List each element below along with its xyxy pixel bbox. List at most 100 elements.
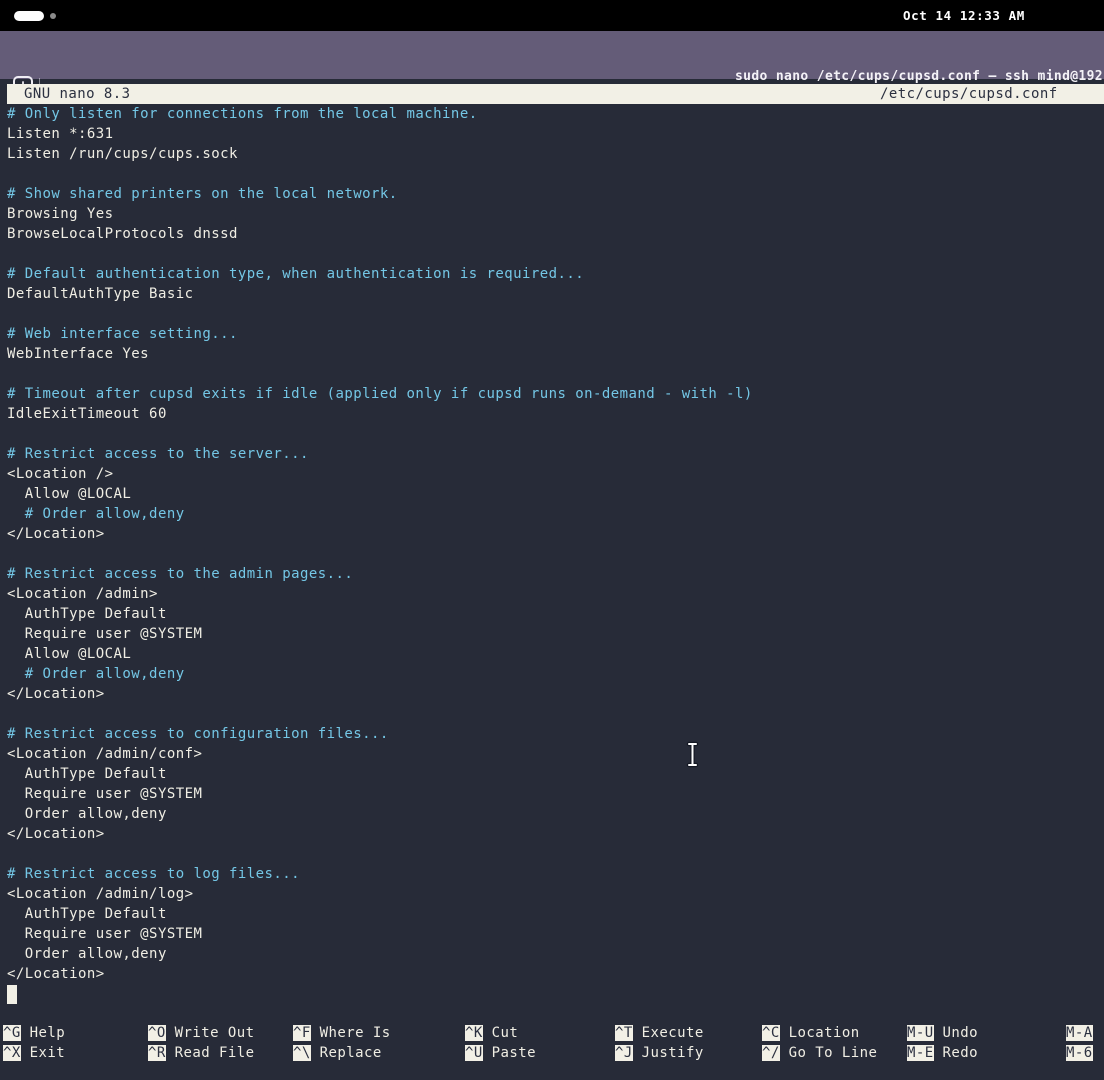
shortcut-key: ^/ — [762, 1045, 780, 1061]
shortcut-item: ^F Where Is — [293, 1023, 391, 1043]
shortcut-item: M-E Redo — [907, 1043, 978, 1063]
editor-line: # Restrict access to the server... — [7, 444, 1104, 464]
menu-bar: Oct 14 12:33 AM — [0, 0, 1104, 31]
shortcut-key: ^X — [3, 1045, 21, 1061]
shortcut-item: ^\ Replace — [293, 1043, 391, 1063]
shortcut-column: ^T Execute^J Justify — [615, 1023, 704, 1063]
editor-line — [7, 704, 1104, 724]
shortcut-column: ^C Location^/ Go To Line — [762, 1023, 877, 1063]
editor-line: # Restrict access to log files... — [7, 864, 1104, 884]
editor-line: Allow @LOCAL — [7, 484, 1104, 504]
shortcut-key: ^K — [465, 1025, 483, 1041]
editor-line: Order allow,deny — [7, 804, 1104, 824]
editor-line: # Restrict access to configuration files… — [7, 724, 1104, 744]
shortcut-key: ^R — [148, 1045, 166, 1061]
shortcut-label: Redo — [934, 1045, 978, 1061]
editor-line: DefaultAuthType Basic — [7, 284, 1104, 304]
shortcut-key: M-A — [1066, 1025, 1093, 1041]
terminal-tab-bar: + sudo nano /etc/cups/cupsd.conf — ssh m… — [0, 31, 1104, 79]
nano-title-bar: GNU nano 8.3 /etc/cups/cupsd.conf — [7, 84, 1104, 104]
shortcut-label: Execute — [633, 1025, 704, 1041]
shortcut-item: ^/ Go To Line — [762, 1043, 877, 1063]
editor-line — [7, 424, 1104, 444]
shortcut-column: M-A M-6 — [1066, 1023, 1093, 1063]
editor-line: <Location /admin> — [7, 584, 1104, 604]
workspace-dot-icon — [50, 13, 56, 19]
shortcut-item: ^J Justify — [615, 1043, 704, 1063]
editor-line — [7, 304, 1104, 324]
shortcut-item: ^X Exit — [3, 1043, 65, 1063]
editor-line: AuthType Default — [7, 604, 1104, 624]
nano-shortcut-bar: ^G Help^X Exit^O Write Out^R Read File^F… — [0, 1023, 1104, 1063]
shortcut-label: Read File — [166, 1045, 255, 1061]
shortcut-key: ^C — [762, 1025, 780, 1041]
editor-line: Browsing Yes — [7, 204, 1104, 224]
shortcut-key: ^F — [293, 1025, 311, 1041]
shortcut-label: Help — [21, 1025, 65, 1041]
editor-line: <Location /> — [7, 464, 1104, 484]
shortcut-item: ^G Help — [3, 1023, 65, 1043]
nano-filename: /etc/cups/cupsd.conf — [880, 84, 1058, 104]
editor-line — [7, 164, 1104, 184]
editor-line: WebInterface Yes — [7, 344, 1104, 364]
editor-line: </Location> — [7, 524, 1104, 544]
shortcut-item: ^U Paste — [465, 1043, 536, 1063]
editor-line: # Timeout after cupsd exits if idle (app… — [7, 384, 1104, 404]
editor-line: </Location> — [7, 684, 1104, 704]
editor-line: Require user @SYSTEM — [7, 624, 1104, 644]
shortcut-column: M-U UndoM-E Redo — [907, 1023, 978, 1063]
menubar-clock: Oct 14 12:33 AM — [903, 8, 1025, 23]
editor-line: BrowseLocalProtocols dnssd — [7, 224, 1104, 244]
editor-line: Require user @SYSTEM — [7, 924, 1104, 944]
screen: { "menubar": { "clock": "Oct 14 12:33 AM… — [0, 0, 1104, 1080]
shortcut-label: Where Is — [311, 1025, 391, 1041]
editor-line: # Default authentication type, when auth… — [7, 264, 1104, 284]
shortcut-key: ^J — [615, 1045, 633, 1061]
editor-line: Listen /run/cups/cups.sock — [7, 144, 1104, 164]
shortcut-key: ^T — [615, 1025, 633, 1041]
editor-line: # Order allow,deny — [7, 664, 1104, 684]
shortcut-item: M-A — [1066, 1023, 1093, 1043]
shortcut-key: M-E — [907, 1045, 934, 1061]
editor-line — [7, 244, 1104, 264]
editor-line: # Web interface setting... — [7, 324, 1104, 344]
editor-line: Order allow,deny — [7, 944, 1104, 964]
shortcut-item: ^K Cut — [465, 1023, 536, 1043]
editor-line — [7, 364, 1104, 384]
editor-line: </Location> — [7, 964, 1104, 984]
editor-line — [7, 544, 1104, 564]
shortcut-label: Exit — [21, 1045, 65, 1061]
editor-line: </Location> — [7, 824, 1104, 844]
nano-version-label: GNU nano 8.3 — [24, 84, 131, 104]
editor-area[interactable]: # Only listen for connections from the l… — [7, 104, 1104, 984]
shortcut-label: Cut — [483, 1025, 519, 1041]
shortcut-item: ^R Read File — [148, 1043, 255, 1063]
shortcut-label: Paste — [483, 1045, 536, 1061]
text-cursor — [7, 985, 17, 1004]
shortcut-item: M-U Undo — [907, 1023, 978, 1043]
shortcut-key: M-6 — [1066, 1045, 1093, 1061]
shortcut-key: ^G — [3, 1025, 21, 1041]
shortcut-item: ^C Location — [762, 1023, 877, 1043]
editor-line: <Location /admin/conf> — [7, 744, 1104, 764]
editor-line: AuthType Default — [7, 904, 1104, 924]
editor-line: # Show shared printers on the local netw… — [7, 184, 1104, 204]
shortcut-column: ^G Help^X Exit — [3, 1023, 65, 1063]
window-indicator-pill[interactable] — [14, 11, 44, 21]
shortcut-column: ^O Write Out^R Read File — [148, 1023, 255, 1063]
shortcut-label: Justify — [633, 1045, 704, 1061]
shortcut-key: ^O — [148, 1025, 166, 1041]
editor-line: IdleExitTimeout 60 — [7, 404, 1104, 424]
shortcut-key: ^\ — [293, 1045, 311, 1061]
shortcut-item: ^O Write Out — [148, 1023, 255, 1043]
tab-title: sudo nano /etc/cups/cupsd.conf — ssh min… — [735, 69, 1104, 84]
editor-line: # Restrict access to the admin pages... — [7, 564, 1104, 584]
mouse-ibeam-cursor — [684, 741, 702, 769]
shortcut-label: Go To Line — [780, 1045, 878, 1061]
editor-line: AuthType Default — [7, 764, 1104, 784]
editor-line: Require user @SYSTEM — [7, 784, 1104, 804]
shortcut-column: ^F Where Is^\ Replace — [293, 1023, 391, 1063]
editor-line: # Order allow,deny — [7, 504, 1104, 524]
shortcut-key: ^U — [465, 1045, 483, 1061]
editor-line: <Location /admin/log> — [7, 884, 1104, 904]
